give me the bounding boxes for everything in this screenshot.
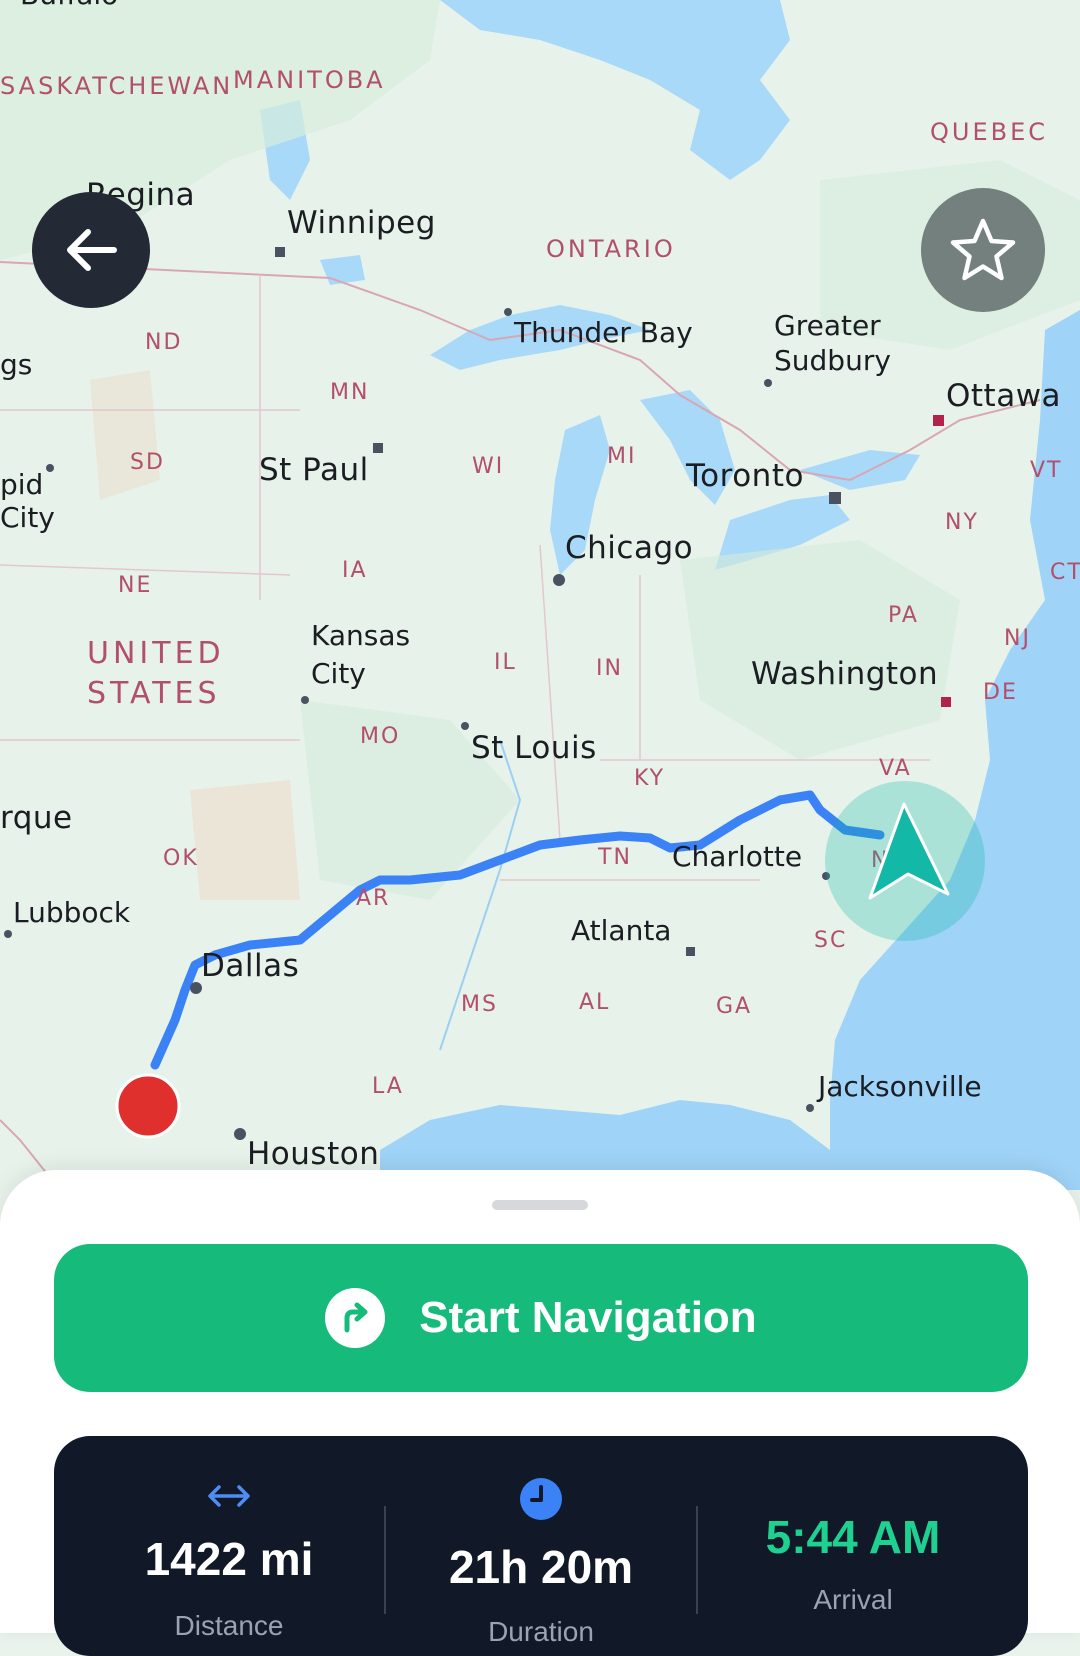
- distance-stat: 1422 mi Distance: [74, 1436, 384, 1656]
- start-navigation-button[interactable]: Start Navigation: [54, 1244, 1028, 1392]
- map-label-rapid-city: pid City: [0, 468, 55, 534]
- map-label-ny: NY: [945, 510, 979, 535]
- map-label-mn: MN: [330, 380, 370, 405]
- favorite-button[interactable]: [921, 188, 1045, 312]
- duration-stat: 21h 20m Duration: [386, 1436, 696, 1656]
- map-label-il: IL: [494, 650, 517, 675]
- route-stats-panel: 1422 mi Distance 21h 20m Duration 5:44 A…: [54, 1436, 1028, 1656]
- map-label-de: DE: [983, 680, 1018, 705]
- map-label-pa: PA: [888, 603, 919, 628]
- map-label-vt: VT: [1030, 458, 1063, 483]
- map-label-ok: OK: [163, 846, 199, 871]
- map-label-quebec: QUEBEC: [930, 118, 1049, 146]
- route-map[interactable]: Buffalo SASKATCHEWAN MANITOBA QUEBEC Reg…: [0, 0, 1080, 1190]
- destination-marker[interactable]: [115, 1073, 181, 1139]
- map-label-toronto: Toronto: [686, 458, 804, 494]
- map-label-ar: AR: [356, 886, 391, 911]
- map-label-buffalo: Buffalo: [20, 0, 118, 11]
- start-navigation-label: Start Navigation: [419, 1293, 757, 1342]
- map-label-ontario: ONTARIO: [546, 235, 676, 263]
- map-label-ne: NE: [118, 573, 153, 598]
- arrow-left-icon: [67, 229, 117, 271]
- distance-label: Distance: [174, 1610, 284, 1641]
- map-label-ottawa: Ottawa: [946, 378, 1062, 414]
- sheet-drag-handle[interactable]: [492, 1200, 588, 1210]
- map-label-ga: GA: [716, 994, 753, 1019]
- map-label-kansas-city: Kansas City: [311, 619, 411, 690]
- map-label-saskatchewan: SASKATCHEWAN: [0, 72, 234, 100]
- map-label-dallas: Dallas: [201, 948, 300, 984]
- map-label-united-states: UNITED STATES: [87, 636, 225, 711]
- map-label-lubbock: Lubbock: [13, 896, 131, 929]
- clock-icon: [386, 1476, 696, 1522]
- map-label-ky: KY: [634, 766, 666, 791]
- star-outline-icon: [950, 218, 1016, 281]
- map-label-washington: Washington: [751, 656, 939, 692]
- navigation-arrow-icon: [825, 781, 985, 941]
- map-label-nd: ND: [145, 330, 183, 355]
- arrival-stat: 5:44 AM Arrival: [698, 1436, 1008, 1656]
- map-label-mi: MI: [607, 444, 637, 469]
- map-label-chicago: Chicago: [565, 530, 694, 566]
- map-label-sd: SD: [130, 450, 165, 475]
- map-label-albuquerque: rque: [0, 800, 73, 836]
- distance-value: 1422 mi: [144, 1533, 314, 1585]
- map-label-nj: NJ: [1004, 626, 1031, 651]
- double-arrow-icon: [74, 1482, 384, 1510]
- arrival-label: Arrival: [813, 1584, 893, 1615]
- map-label-ct: CT: [1050, 560, 1080, 585]
- map-label-mo: MO: [360, 724, 401, 749]
- map-label-ia: IA: [342, 558, 368, 583]
- map-label-gs: gs: [0, 348, 33, 381]
- map-label-al: AL: [579, 990, 611, 1015]
- map-label-wi: WI: [472, 454, 505, 479]
- map-label-la: LA: [372, 1074, 404, 1099]
- map-label-thunder-bay: Thunder Bay: [514, 316, 693, 349]
- map-label-atlanta: Atlanta: [571, 914, 672, 947]
- map-label-houston: Houston: [247, 1136, 380, 1172]
- duration-label: Duration: [488, 1616, 594, 1647]
- destination-dot-icon: [115, 1073, 181, 1139]
- back-button[interactable]: [32, 192, 150, 308]
- map-label-manitoba: MANITOBA: [233, 66, 386, 94]
- map-label-st-paul: St Paul: [259, 452, 369, 488]
- arrival-value: 5:44 AM: [765, 1511, 941, 1563]
- current-location-marker[interactable]: [822, 778, 988, 944]
- map-label-in: IN: [596, 656, 623, 681]
- map-label-tn: TN: [598, 845, 632, 870]
- map-label-st-louis: St Louis: [471, 730, 597, 766]
- map-label-jacksonville: Jacksonville: [818, 1070, 982, 1103]
- map-label-greater-sudbury: Greater Sudbury: [774, 309, 891, 377]
- map-label-ms: MS: [461, 992, 498, 1017]
- turn-right-icon: [325, 1288, 386, 1348]
- map-label-winnipeg: Winnipeg: [287, 205, 436, 241]
- duration-value: 21h 20m: [448, 1541, 634, 1593]
- map-label-charlotte: Charlotte: [672, 840, 803, 873]
